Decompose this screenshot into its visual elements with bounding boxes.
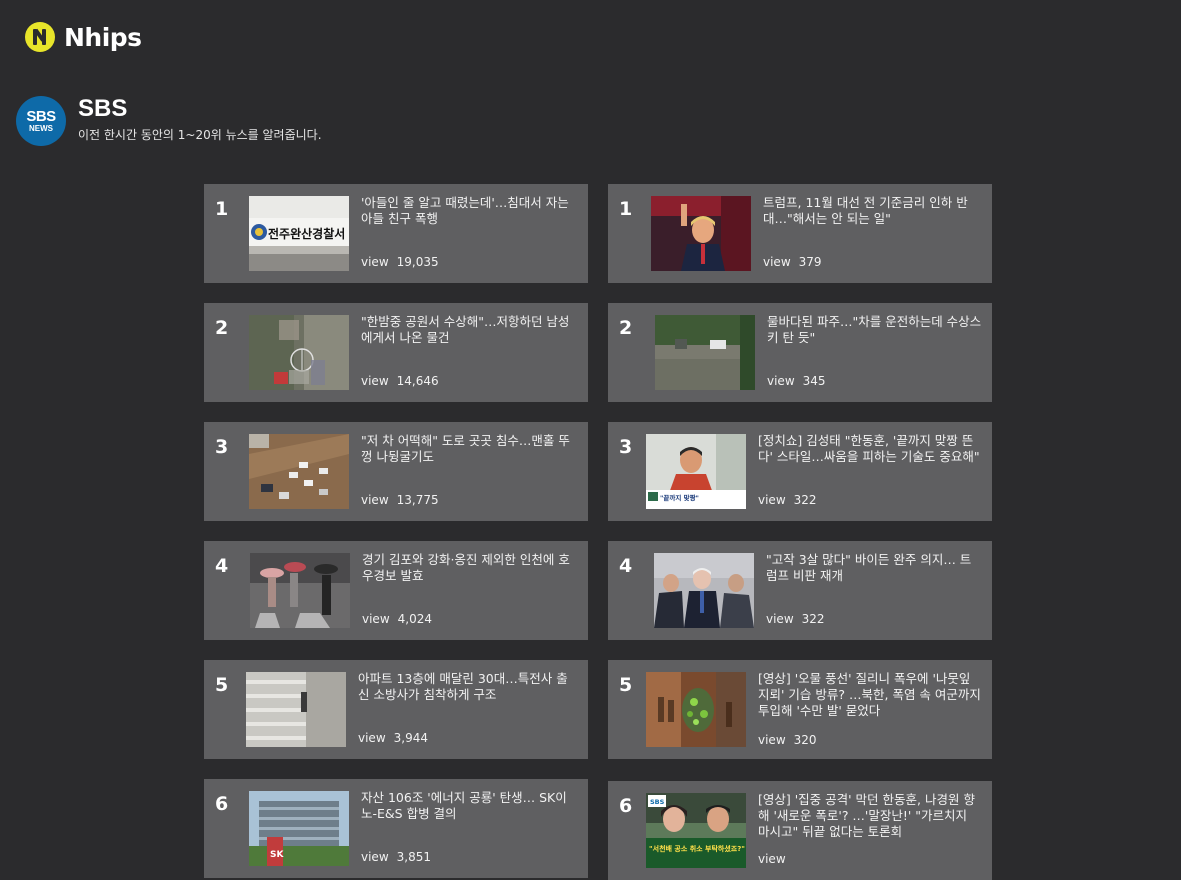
- sbs-logo-line2: NEWS: [29, 124, 53, 133]
- news-card[interactable]: 2 "한밤중 공원서 수상해"…저항하던 남성에게서 나온 물건 view 14,…: [204, 303, 588, 402]
- news-card[interactable]: 3 "저 차 어떡해" 도로 곳곳 침수…맨홀 뚜껑 나뒹굴기도 view 13,…: [204, 422, 588, 521]
- news-card[interactable]: 5 [영상] '오물 풍선' 질리니 폭우에 '나뭇잎 지뢰' 기습 방류? ……: [608, 660, 992, 759]
- sk-logo-text: SK: [270, 850, 284, 860]
- news-card[interactable]: 4 경기 김포와 강화·옹진 제외한 인천에 호우경보 발효 view 4,024: [204, 541, 588, 640]
- view-count: view 322: [758, 493, 817, 507]
- view-number: 13,775: [396, 493, 439, 507]
- news-card[interactable]: 3 "끝까지 맞짱" [정치쇼] 김성태 "한동훈, '끝까지 맞짱 뜬다' 스…: [608, 422, 992, 521]
- rank-number: 5: [619, 674, 633, 696]
- news-thumbnail[interactable]: [646, 672, 746, 747]
- news-card[interactable]: 1 전주완산경찰서 '아들인 줄 알고 때렸는데'…침대서 자는 아들 친구 폭…: [204, 184, 588, 283]
- view-count: view 4,024: [362, 612, 432, 626]
- news-title[interactable]: [영상] '오물 풍선' 질리니 폭우에 '나뭇잎 지뢰' 기습 방류? …북한…: [758, 671, 982, 719]
- rank-number: 3: [619, 436, 633, 458]
- news-title[interactable]: "한밤중 공원서 수상해"…저항하던 남성에게서 나온 물건: [361, 314, 578, 346]
- view-count: view 13,775: [361, 493, 439, 507]
- news-card[interactable]: 2 물바다된 파주…"차를 운전하는데 수상스키 탄 듯" view 345: [608, 303, 992, 402]
- view-label: view: [763, 255, 791, 269]
- brand-name: Nhips: [64, 22, 142, 52]
- rank-number: 1: [619, 198, 633, 220]
- rank-number: 4: [619, 555, 633, 577]
- nhips-logo-icon: [25, 22, 55, 52]
- rank-number: 6: [619, 795, 633, 817]
- news-card[interactable]: 5 아파트 13층에 매달린 30대…특전사 출신 소방사가 침착하게 구조 v…: [204, 660, 588, 759]
- thumb-caption: "끝까지 맞짱": [660, 493, 699, 502]
- view-number: 14,646: [396, 374, 439, 388]
- view-number: 4,024: [397, 612, 432, 626]
- rank-number: 2: [619, 317, 633, 339]
- view-count: view 320: [758, 733, 817, 747]
- view-number: 3,851: [396, 850, 431, 864]
- view-label: view: [361, 255, 389, 269]
- news-thumbnail[interactable]: "끝까지 맞짱": [646, 434, 746, 509]
- police-sign-text: 전주완산경찰서: [268, 226, 345, 241]
- view-number: 19,035: [396, 255, 439, 269]
- view-label: view: [362, 612, 390, 626]
- news-title[interactable]: 물바다된 파주…"차를 운전하는데 수상스키 탄 듯": [767, 314, 982, 346]
- view-count: view 19,035: [361, 255, 439, 269]
- news-thumbnail[interactable]: 전주완산경찰서: [249, 196, 349, 271]
- view-label: view: [758, 733, 786, 747]
- news-title[interactable]: 아파트 13층에 매달린 30대…특전사 출신 소방사가 침착하게 구조: [358, 671, 578, 703]
- news-card[interactable]: 4 "고작 3살 많다" 바이든 완주 의지… 트럼프 비판 재개 view 32…: [608, 541, 992, 640]
- news-thumbnail[interactable]: SK: [249, 791, 349, 866]
- rank-number: 3: [215, 436, 229, 458]
- sbs-news-logo: SBS NEWS: [16, 96, 66, 146]
- news-thumbnail[interactable]: [655, 315, 755, 390]
- thumb-caption: "서천배 공소 취소 부탁하셨죠?": [649, 844, 745, 853]
- rank-number: 4: [215, 555, 229, 577]
- view-label: view: [758, 852, 786, 866]
- view-number: 3,944: [393, 731, 428, 745]
- view-label: view: [758, 493, 786, 507]
- view-label: view: [766, 612, 794, 626]
- view-count: view: [758, 852, 794, 866]
- news-thumbnail[interactable]: [250, 553, 350, 628]
- news-thumbnail[interactable]: [246, 672, 346, 747]
- view-count: view 322: [766, 612, 825, 626]
- news-title[interactable]: "저 차 어떡해" 도로 곳곳 침수…맨홀 뚜껑 나뒹굴기도: [361, 433, 578, 465]
- view-count: view 3,944: [358, 731, 428, 745]
- news-title[interactable]: [정치쇼] 김성태 "한동훈, '끝까지 맞짱 뜬다' 스타일…싸움을 피하는 …: [758, 433, 982, 465]
- view-count: view 14,646: [361, 374, 439, 388]
- news-title[interactable]: '아들인 줄 알고 때렸는데'…침대서 자는 아들 친구 폭행: [361, 195, 578, 227]
- news-card[interactable]: 1 트럼프, 11월 대선 전 기준금리 인하 반대…"해서는 안 되는 일" …: [608, 184, 992, 283]
- view-number: 322: [801, 612, 825, 626]
- sbs-logo-line1: SBS: [26, 108, 56, 125]
- view-number: 345: [802, 374, 826, 388]
- source-description: 이전 한시간 동안의 1~20위 뉴스를 알려줍니다.: [78, 128, 322, 142]
- view-count: view 379: [763, 255, 822, 269]
- brand-header[interactable]: Nhips: [25, 22, 142, 52]
- source-title: SBS: [78, 95, 128, 122]
- news-card[interactable]: 6 SK 자산 106조 '에너지 공룡' 탄생… SK이노-E&S 합병 결의…: [204, 779, 588, 878]
- view-label: view: [358, 731, 386, 745]
- news-title[interactable]: 자산 106조 '에너지 공룡' 탄생… SK이노-E&S 합병 결의: [361, 790, 578, 822]
- news-title[interactable]: 경기 김포와 강화·옹진 제외한 인천에 호우경보 발효: [362, 552, 578, 584]
- source-header: SBS NEWS SBS 이전 한시간 동안의 1~20위 뉴스를 알려줍니다.: [16, 96, 322, 146]
- news-title[interactable]: "고작 3살 많다" 바이든 완주 의지… 트럼프 비판 재개: [766, 552, 982, 584]
- view-label: view: [361, 850, 389, 864]
- rank-number: 6: [215, 793, 229, 815]
- view-label: view: [361, 374, 389, 388]
- news-thumbnail[interactable]: [654, 553, 754, 628]
- rank-number: 1: [215, 198, 229, 220]
- view-label: view: [361, 493, 389, 507]
- view-count: view 345: [767, 374, 826, 388]
- news-title[interactable]: 트럼프, 11월 대선 전 기준금리 인하 반대…"해서는 안 되는 일": [763, 195, 982, 227]
- view-label: view: [767, 374, 795, 388]
- view-number: 322: [793, 493, 817, 507]
- view-count: view 3,851: [361, 850, 431, 864]
- view-number: 379: [798, 255, 822, 269]
- news-card[interactable]: 6 SBS "서천배 공소 취소 부탁하셨죠?" [영상] '집중 공격' 막던…: [608, 781, 992, 880]
- view-number: 320: [793, 733, 817, 747]
- thumb-logo: SBS: [650, 798, 665, 806]
- rank-number: 2: [215, 317, 229, 339]
- news-thumbnail[interactable]: [249, 315, 349, 390]
- news-thumbnail[interactable]: [651, 196, 751, 271]
- news-thumbnail[interactable]: [249, 434, 349, 509]
- news-title[interactable]: [영상] '집중 공격' 막던 한동훈, 나경원 향해 '새로운 폭로'? …'…: [758, 792, 982, 840]
- rank-number: 5: [215, 674, 229, 696]
